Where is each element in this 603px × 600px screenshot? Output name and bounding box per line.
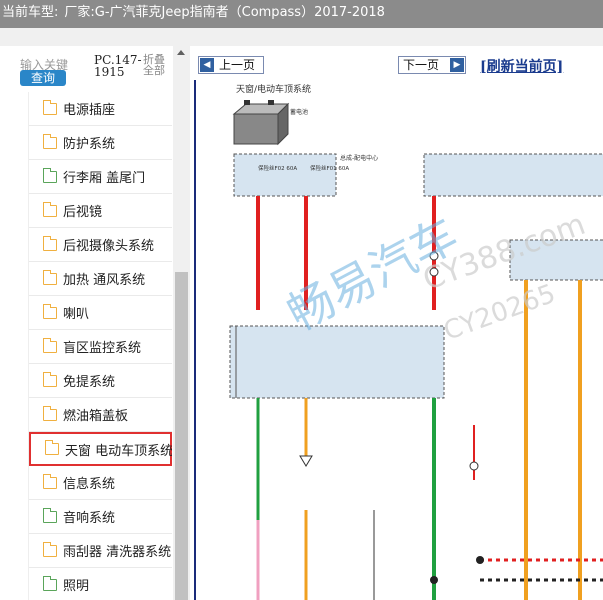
fuse-f01-label: 保险丝F01 60A: [310, 164, 349, 172]
arrow-right-icon: ▶: [450, 58, 464, 72]
tree-item[interactable]: 后视摄像头系统: [29, 228, 172, 262]
tree-item-label: 加热 通风系统: [63, 273, 146, 288]
tree-item-label: 盲区监控系统: [63, 341, 142, 356]
tree-item[interactable]: 防护系统: [29, 126, 172, 160]
scroll-thumb[interactable]: [175, 272, 188, 600]
top-spacer: [0, 28, 603, 46]
tree-item[interactable]: 照明: [29, 568, 172, 600]
wiring-diagram: 天窗/电动车顶系统 蓄电池 总成-配电中心 保险丝F02 60A 保险丝F01 …: [229, 83, 603, 600]
title-bar: 当前车型: 厂家:G-广汽菲克Jeep指南者（Compass）2017-2018: [0, 0, 603, 28]
tree-item[interactable]: 天窗 电动车顶系统: [29, 432, 172, 466]
tree-scrollbar[interactable]: [173, 46, 190, 600]
query-button[interactable]: 查询: [20, 70, 66, 86]
folder-icon: [43, 473, 57, 489]
folder-icon: [43, 371, 57, 387]
folder-icon: [43, 541, 57, 557]
battery-label: 蓄电池: [290, 108, 308, 116]
power-distribution-box: [233, 153, 337, 197]
prev-page-button[interactable]: ◀ 上一页: [198, 56, 264, 74]
search-area: 输入关键 查询 PC.147-1915 折叠全部: [0, 46, 190, 94]
tree-item-label: 喇叭: [63, 307, 90, 322]
tree-item[interactable]: 盲区监控系统: [29, 330, 172, 364]
tree-item[interactable]: 音响系统: [29, 500, 172, 534]
tree-item[interactable]: 喇叭: [29, 296, 172, 330]
fuse-f02-label: 保险丝F02 60A: [258, 164, 297, 172]
battery-icon: [232, 100, 290, 146]
folder-icon: [43, 235, 57, 251]
model-label: 当前车型:: [2, 5, 59, 20]
folder-open-icon: [43, 507, 57, 523]
tree-item[interactable]: 信息系统: [29, 466, 172, 500]
next-page-button[interactable]: 下一页 ▶: [398, 56, 466, 74]
tree-item[interactable]: 免提系统: [29, 364, 172, 398]
tree-item-label: 后视摄像头系统: [63, 239, 155, 254]
folder-icon: [43, 405, 57, 421]
tree-item-label: 雨刮器 清洗器系统: [63, 545, 172, 560]
manufacturer-text: 厂家:G-广汽菲克Jeep指南者（Compass）2017-2018: [64, 5, 385, 20]
folder-open-icon: [43, 167, 57, 183]
pc-code: PC.147-1915: [94, 53, 142, 79]
tree-item[interactable]: 加热 通风系统: [29, 262, 172, 296]
diagram-frame: 天窗/电动车顶系统 蓄电池 总成-配电中心 保险丝F02 60A 保险丝F01 …: [194, 80, 603, 600]
scroll-up-icon[interactable]: [177, 50, 185, 55]
folder-icon: [43, 99, 57, 115]
category-tree: 电源插座防护系统行李厢 盖尾门 后视镜后视摄像头系统 加热 通风系统 喇叭盲区监控系统…: [28, 92, 172, 600]
ground-symbol: [299, 455, 313, 467]
left-panel: 输入关键 查询 PC.147-1915 折叠全部 电源插座防护系统行李厢 盖尾门…: [0, 46, 190, 600]
tree-item[interactable]: 雨刮器 清洗器系统: [29, 534, 172, 568]
tree-item-label: 防护系统: [63, 137, 116, 152]
junction-dot-2: [430, 576, 438, 584]
tree-item-label: 信息系统: [63, 477, 116, 492]
sunroof-module: [229, 325, 445, 399]
tree-item[interactable]: 电源插座: [29, 92, 172, 126]
arrow-left-icon: ◀: [200, 58, 214, 72]
folder-icon: [45, 440, 59, 455]
content-panel: ◀ 上一页 下一页 ▶ [刷新当前页] 天窗/电动车顶系统 蓄电池 总成-配电中…: [190, 46, 603, 600]
junction-dot-1: [476, 556, 484, 564]
tree-item[interactable]: 后视镜: [29, 194, 172, 228]
tree-item-label: 燃油箱盖板: [63, 409, 129, 424]
tree-item-label: 音响系统: [63, 511, 116, 526]
tree-item[interactable]: 行李厢 盖尾门: [29, 160, 172, 194]
next-page-label: 下一页: [403, 58, 440, 72]
folder-open-icon: [43, 575, 57, 591]
fold-all-button[interactable]: 折叠全部: [140, 54, 168, 76]
folder-icon: [43, 303, 57, 319]
tree-item-label: 电源插座: [63, 103, 116, 118]
tree-item-label: 免提系统: [63, 375, 116, 390]
diagram-title: 天窗/电动车顶系统: [236, 83, 311, 95]
folder-icon: [43, 201, 57, 217]
tree-item[interactable]: 燃油箱盖板: [29, 398, 172, 432]
tree-item-label: 行李厢 盖尾门: [63, 171, 146, 186]
tree-item-label: 照明: [63, 579, 90, 594]
folder-icon: [43, 269, 57, 285]
watermark-code: CY20265: [440, 279, 560, 347]
prev-page-label: 上一页: [219, 58, 256, 72]
folder-icon: [43, 337, 57, 353]
tree-item-label: 后视镜: [63, 205, 103, 220]
distribution-box-label: 总成-配电中心: [340, 154, 378, 162]
folder-icon: [43, 133, 57, 149]
tree-item-label: 天窗 电动车顶系统: [65, 443, 172, 459]
splice-sp978b: [469, 461, 479, 471]
distribution-box-right: [423, 153, 603, 197]
refresh-page-link[interactable]: [刷新当前页]: [480, 56, 563, 76]
